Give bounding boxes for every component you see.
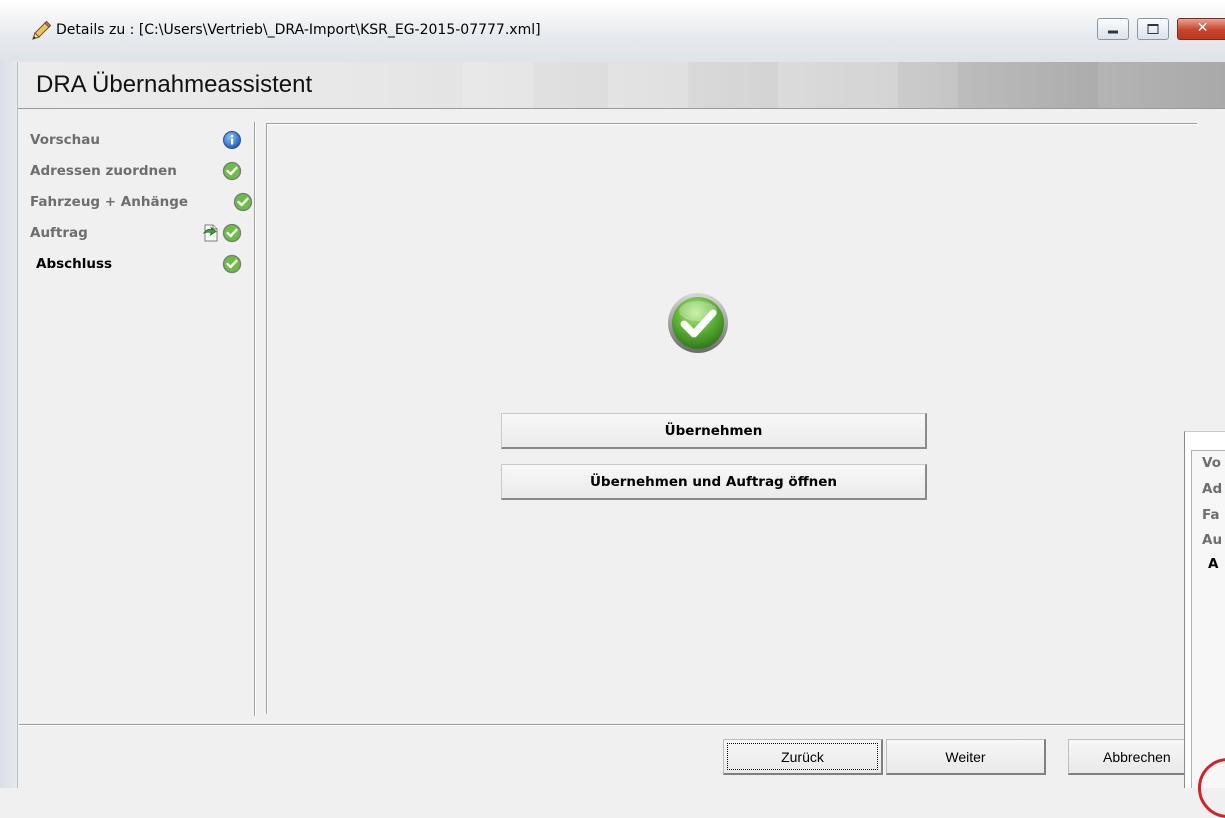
maximize-button[interactable] <box>1137 18 1169 40</box>
wizard-header: DRA Übernahmeassistent <box>18 62 1225 109</box>
minimize-icon <box>1108 30 1118 34</box>
banner-tile <box>463 62 533 108</box>
background-step: Fa <box>1202 507 1220 523</box>
maximize-icon <box>1147 24 1159 34</box>
focus-rectangle <box>727 743 878 770</box>
check-icon <box>222 161 242 181</box>
wizard-step-list: Vorschau Adressen zuordnen Fahrzeug + An… <box>19 109 255 717</box>
check-icon <box>222 254 242 274</box>
apply-and-open-order-button[interactable]: Übernehmen und Auftrag öffnen <box>501 464 927 500</box>
pencil-icon <box>32 20 52 40</box>
success-check-icon <box>668 293 728 353</box>
wizard-title: DRA Übernahmeassistent <box>36 71 313 98</box>
window-title-bar[interactable]: Details zu : [C:\Users\Vertrieb\_DRA-Imp… <box>0 0 1225 63</box>
step-label: Adressen zuordnen <box>30 163 177 179</box>
banner-tile <box>778 62 898 108</box>
window-frame-left <box>0 62 18 788</box>
footer-separator <box>19 724 1225 726</box>
step-label: Abschluss <box>36 256 113 272</box>
close-button[interactable]: ✕ <box>1177 18 1225 40</box>
step-label: Fahrzeug + Anhänge <box>30 194 189 210</box>
step-list-divider <box>254 122 256 716</box>
step-auftrag[interactable]: Auftrag <box>30 223 260 247</box>
background-window[interactable]: Vo Ad Fa Au A <box>1184 431 1225 788</box>
step-label: Auftrag <box>30 225 88 241</box>
check-icon <box>233 192 253 212</box>
background-step: Vo <box>1202 455 1221 471</box>
close-icon: ✕ <box>1196 20 1209 37</box>
step-abschluss[interactable]: Abschluss <box>36 254 266 278</box>
window-title: Details zu : [C:\Users\Vertrieb\_DRA-Imp… <box>56 22 541 38</box>
step-adressen-zuordnen[interactable]: Adressen zuordnen <box>30 161 260 185</box>
check-icon <box>222 223 242 243</box>
cancel-button[interactable]: Abbrechen <box>1068 739 1198 775</box>
banner-tile <box>958 62 1098 108</box>
background-step-list: Vo Ad Fa Au A <box>1191 450 1225 788</box>
next-button[interactable]: Weiter <box>886 739 1046 775</box>
background-step: Ad <box>1202 481 1223 497</box>
info-icon <box>223 131 241 149</box>
step-fahrzeug-anhaenge[interactable]: Fahrzeug + Anhänge <box>30 192 260 216</box>
step-label: Vorschau <box>30 132 101 148</box>
apply-button[interactable]: Übernehmen <box>501 413 927 449</box>
background-step: Au <box>1202 532 1223 548</box>
step-vorschau[interactable]: Vorschau <box>30 130 260 154</box>
wizard-content-panel: Übernehmen Übernehmen und Auftrag öffnen <box>266 123 1197 714</box>
minimize-button[interactable] <box>1097 18 1129 40</box>
document-arrow-icon <box>202 224 218 242</box>
background-step: A <box>1208 556 1219 572</box>
back-button[interactable]: Zurück <box>723 739 883 775</box>
banner-tile <box>608 62 688 108</box>
